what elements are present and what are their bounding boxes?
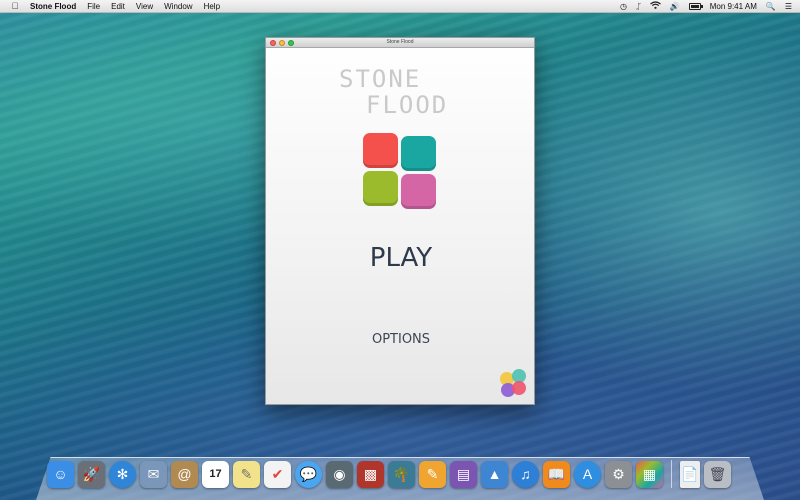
keynote-icon[interactable]: ▲	[481, 460, 508, 488]
menu-clock[interactable]: Mon 9:41 AM	[710, 2, 757, 11]
numbers-icon[interactable]: ▤	[450, 460, 477, 488]
pages-icon[interactable]: ✎	[419, 460, 446, 488]
menu-edit[interactable]: Edit	[111, 2, 125, 11]
photo-booth-icon[interactable]: ▩	[357, 460, 384, 488]
system-preferences-icon[interactable]: ⚙	[605, 460, 632, 488]
pink-tile	[401, 174, 436, 209]
search-icon[interactable]: 🔍	[766, 1, 776, 13]
game-center-icon[interactable]	[500, 369, 530, 399]
logo-line-1: STONE	[339, 65, 422, 93]
options-button[interactable]: OPTIONS	[351, 328, 451, 352]
window-titlebar[interactable]: Stone Flood	[266, 38, 534, 48]
apple-icon[interactable]: 	[10, 1, 20, 11]
calendar-icon[interactable]: 17	[202, 460, 229, 488]
green-tile	[363, 171, 398, 206]
logo-line-2: FLOOD	[366, 91, 449, 119]
safari-icon[interactable]: ✻	[109, 460, 136, 488]
mail-icon[interactable]: ✉	[140, 460, 167, 488]
itunes-icon[interactable]: ♫	[512, 460, 539, 488]
stone-flood-icon[interactable]: ▦	[636, 460, 663, 488]
dock-icons: ☺ 🚀 ✻ ✉ @ 17 ✎ ✔ 💬 ◉ ▩ 🌴 ✎ ▤ ▲ ♫ 📖 A ⚙ ▦…	[47, 458, 731, 490]
reminders-icon[interactable]: ✔	[264, 460, 291, 488]
list-icon[interactable]: ☰	[785, 1, 792, 13]
wifi-icon[interactable]	[649, 0, 661, 13]
app-store-icon[interactable]: A	[574, 460, 601, 488]
notes-icon[interactable]: ✎	[233, 460, 260, 488]
finder-icon[interactable]: ☺	[47, 460, 74, 488]
battery-icon[interactable]	[688, 3, 703, 10]
teal-tile	[401, 136, 436, 171]
menu-help[interactable]: Help	[204, 2, 220, 11]
menu-extras: ◷ ᛢ 🔊 Mon 9:41 AM 🔍 ☰	[620, 0, 792, 13]
menu-bar:  Stone Flood File Edit View Window Help…	[0, 0, 800, 13]
menu-file[interactable]: File	[87, 2, 100, 11]
volume-icon[interactable]: 🔊	[670, 1, 680, 13]
menu-window[interactable]: Window	[164, 2, 192, 11]
document-icon[interactable]: 📄	[680, 460, 700, 488]
dock-separator	[671, 460, 672, 488]
contacts-icon[interactable]: @	[171, 460, 198, 488]
iphoto-icon[interactable]: 🌴	[388, 460, 415, 488]
bluetooth-icon[interactable]: ᛢ	[636, 1, 641, 13]
menu-app-name[interactable]: Stone Flood	[30, 2, 76, 11]
ibooks-icon[interactable]: 📖	[543, 460, 570, 488]
window-title: Stone Flood	[386, 39, 414, 45]
play-button[interactable]: PLAY	[351, 238, 451, 278]
messages-icon[interactable]: 💬	[295, 460, 322, 488]
red-tile	[363, 133, 398, 168]
facetime-icon[interactable]: ◉	[326, 460, 353, 488]
launchpad-icon[interactable]: 🚀	[78, 460, 105, 488]
logo-tiles	[363, 133, 438, 209]
menu-view[interactable]: View	[136, 2, 153, 11]
stone-flood-window: Stone Flood STONE FLOOD PLAY OPTIONS	[265, 37, 535, 405]
trash-icon[interactable]: 🗑	[704, 460, 731, 488]
time-machine-icon[interactable]: ◷	[620, 1, 627, 13]
